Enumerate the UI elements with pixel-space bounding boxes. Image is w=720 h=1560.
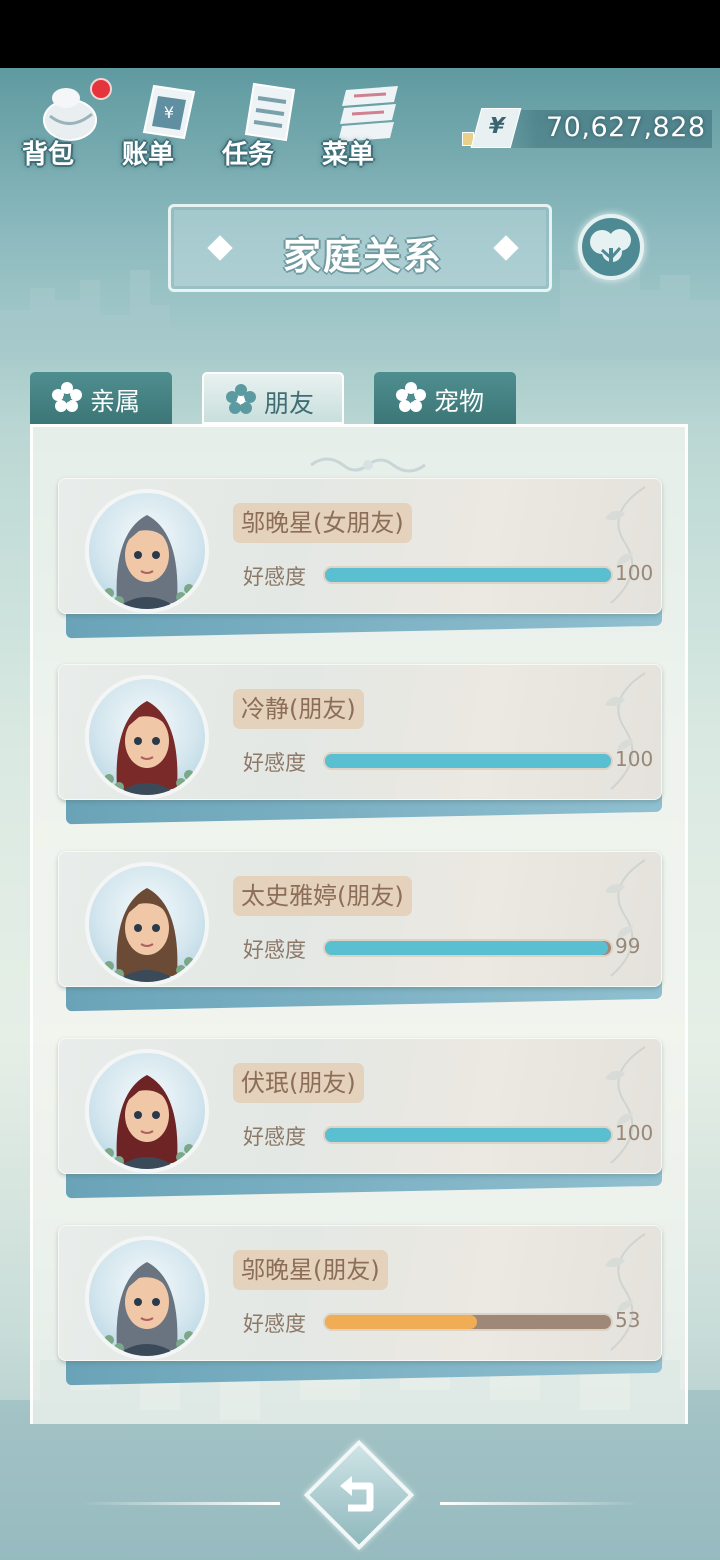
favor-value: 100 <box>615 747 654 771</box>
friend-card[interactable]: 太史雅婷(朋友) 好感度 99 <box>58 851 664 1012</box>
decorative-line-left <box>80 1502 280 1505</box>
friend-name: 太史雅婷(朋友) <box>233 876 412 916</box>
friend-card[interactable]: 冷静(朋友) 好感度 100 <box>58 664 664 825</box>
family-tree-button[interactable] <box>578 214 644 280</box>
friend-card[interactable]: 邬晚星(朋友) 好感度 53 <box>58 1225 664 1386</box>
family-tree-icon <box>590 229 631 268</box>
favor-label: 好感度 <box>243 1125 306 1149</box>
favor-bar-fill <box>325 1315 477 1329</box>
avatar <box>85 675 209 799</box>
favor-bar <box>323 566 613 584</box>
vine-ornament <box>605 1046 646 1164</box>
portrait <box>104 1262 194 1356</box>
portrait <box>104 1075 194 1169</box>
favor-value: 99 <box>615 934 641 958</box>
task-label: 任务 <box>222 140 275 170</box>
avatar <box>85 862 209 986</box>
status-bar <box>0 0 720 68</box>
tab-friends-label: 朋友 <box>264 389 315 418</box>
svg-text:¥: ¥ <box>164 103 174 122</box>
avatar <box>85 489 209 613</box>
return-arrow-icon <box>340 1476 374 1512</box>
vine-ornament <box>605 486 646 604</box>
tab-relatives-label: 亲属 <box>90 387 141 416</box>
avatar <box>85 1236 209 1360</box>
menu-label: 菜单 <box>322 140 375 170</box>
favor-value: 100 <box>615 1121 654 1145</box>
page-title-panel: 家庭关系 <box>168 204 552 292</box>
friend-name: 冷静(朋友) <box>233 689 364 729</box>
avatar <box>85 1049 209 1173</box>
menu-button[interactable]: 菜单 <box>322 78 412 170</box>
portrait <box>104 515 194 609</box>
favor-value: 100 <box>615 561 654 585</box>
friend-name: 邬晚星(女朋友) <box>233 503 412 543</box>
favor-bar-fill <box>325 1128 611 1142</box>
favor-bar <box>323 1126 613 1144</box>
friend-card[interactable]: 伏珉(朋友) 好感度 100 <box>58 1038 664 1199</box>
favor-bar <box>323 752 613 770</box>
favor-bar <box>323 939 613 957</box>
friend-name: 伏珉(朋友) <box>233 1063 364 1103</box>
flower-icon <box>226 384 256 414</box>
favor-bar-fill <box>325 568 611 582</box>
tab-friends[interactable]: 朋友 <box>202 372 344 424</box>
vine-ornament <box>605 1233 646 1351</box>
favor-label: 好感度 <box>243 565 306 589</box>
vine-ornament <box>605 859 646 977</box>
bag-label: 背包 <box>22 140 75 170</box>
tab-pets-label: 宠物 <box>434 387 485 416</box>
tab-relatives[interactable]: 亲属 <box>30 372 172 424</box>
favor-label: 好感度 <box>243 1312 306 1336</box>
vine-ornament <box>605 672 646 790</box>
bill-button[interactable]: ¥ 账单 <box>122 78 212 170</box>
game-screen: 背包 ¥ 账单 任务 菜单 ¥ 70,627,828 家庭关系 亲属 朋友 宠物… <box>0 0 720 1560</box>
favor-label: 好感度 <box>243 751 306 775</box>
favor-label: 好感度 <box>243 938 306 962</box>
favor-bar-fill <box>325 941 609 955</box>
favor-bar-fill <box>325 754 611 768</box>
notification-badge <box>90 78 112 100</box>
task-button[interactable]: 任务 <box>222 78 312 170</box>
flower-icon <box>52 382 82 412</box>
friend-name: 邬晚星(朋友) <box>233 1250 388 1290</box>
tab-pets[interactable]: 宠物 <box>374 372 516 424</box>
favor-value: 53 <box>615 1308 641 1332</box>
flower-icon <box>396 382 426 412</box>
portrait <box>104 888 194 982</box>
decorative-line-right <box>440 1502 640 1505</box>
portrait <box>104 701 194 795</box>
panel-ornament <box>310 457 426 473</box>
friend-card[interactable]: 邬晚星(女朋友) 好感度 100 <box>58 478 664 639</box>
favor-bar <box>323 1313 613 1331</box>
money-display: ¥ 70,627,828 <box>462 108 712 150</box>
money-value: 70,627,828 <box>546 112 706 143</box>
bill-label: 账单 <box>122 140 175 170</box>
